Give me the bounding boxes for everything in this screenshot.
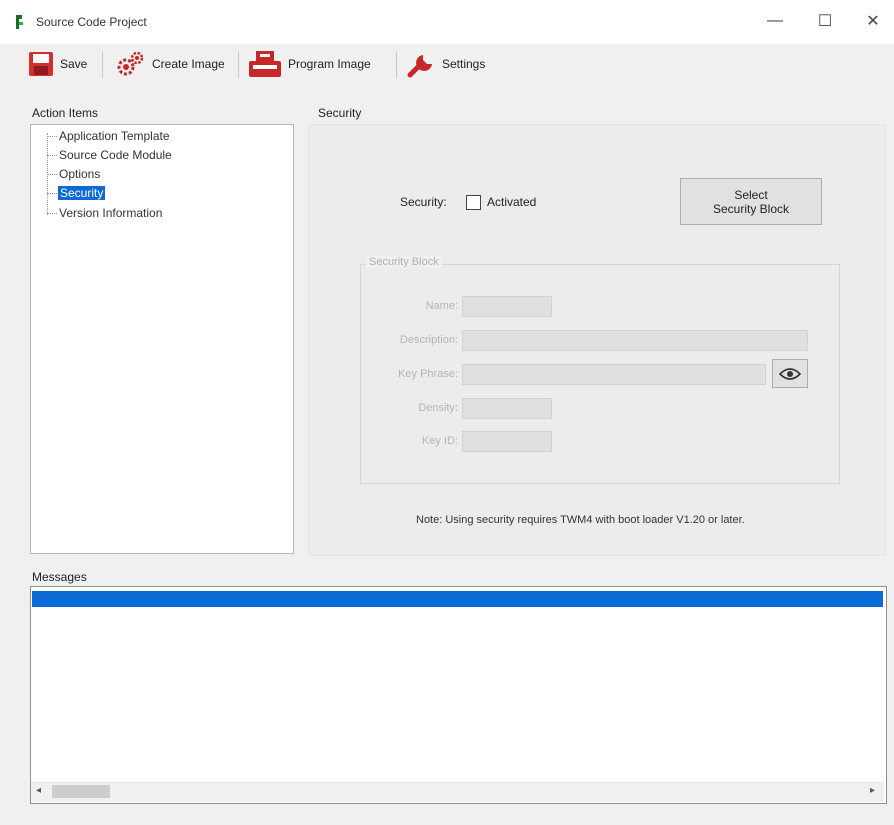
tree-connector bbox=[47, 193, 57, 194]
activated-label[interactable]: Activated bbox=[487, 195, 536, 209]
settings-button[interactable]: Settings bbox=[402, 48, 489, 80]
save-button[interactable]: Save bbox=[24, 48, 91, 80]
save-label: Save bbox=[60, 57, 88, 71]
scroll-thumb[interactable] bbox=[52, 785, 110, 798]
description-label: Description: bbox=[399, 334, 458, 346]
select-security-block-button[interactable]: Select Security Block bbox=[680, 178, 822, 225]
toolbar-separator bbox=[238, 52, 239, 78]
close-icon: ✕ bbox=[866, 13, 880, 30]
show-key-phrase-button[interactable] bbox=[772, 359, 808, 388]
tree-item-application-template[interactable]: Application Template bbox=[59, 129, 170, 143]
tree-connector bbox=[47, 213, 57, 214]
close-button[interactable]: ✕ bbox=[850, 6, 894, 36]
wrench-icon bbox=[407, 55, 432, 78]
action-items-tree[interactable]: Application Template Source Code Module … bbox=[30, 124, 294, 554]
toolbar-separator bbox=[102, 52, 103, 78]
window-title: Source Code Project bbox=[36, 15, 147, 29]
security-block-title: Security Block bbox=[366, 256, 442, 268]
tree-connector bbox=[47, 155, 57, 156]
key-phrase-field[interactable] bbox=[462, 364, 766, 385]
gears-icon bbox=[117, 51, 144, 76]
programmer-icon bbox=[249, 51, 281, 77]
select-block-line1: Select bbox=[734, 187, 768, 202]
list-item[interactable] bbox=[32, 591, 883, 607]
security-panel-label: Security bbox=[318, 106, 362, 120]
program-image-label: Program Image bbox=[288, 57, 371, 71]
scroll-right-icon[interactable]: ▸ bbox=[870, 785, 875, 796]
tree-item-options[interactable]: Options bbox=[59, 167, 100, 181]
maximize-button[interactable]: ☐ bbox=[802, 6, 848, 36]
security-label: Security: bbox=[400, 195, 447, 209]
name-field[interactable] bbox=[462, 296, 552, 317]
description-field[interactable] bbox=[462, 330, 808, 351]
messages-list[interactable] bbox=[30, 586, 887, 804]
tree-item-version-information[interactable]: Version Information bbox=[59, 206, 162, 220]
security-note: Note: Using security requires TWM4 with … bbox=[416, 514, 745, 526]
messages-label: Messages bbox=[32, 570, 87, 584]
key-phrase-label: Key Phrase: bbox=[398, 368, 458, 380]
save-icon bbox=[29, 52, 53, 76]
key-id-field[interactable] bbox=[462, 431, 552, 452]
tree-item-security[interactable]: Security bbox=[58, 186, 106, 200]
create-image-label: Create Image bbox=[152, 57, 225, 71]
tree-connector bbox=[47, 136, 57, 137]
key-id-label: Key ID: bbox=[421, 435, 458, 447]
scroll-left-icon[interactable]: ◂ bbox=[36, 785, 41, 796]
density-label: Density: bbox=[418, 402, 458, 414]
app-icon bbox=[16, 15, 23, 29]
eye-icon bbox=[779, 367, 801, 380]
action-items-label: Action Items bbox=[32, 106, 99, 120]
select-block-line2: Security Block bbox=[712, 201, 790, 216]
horizontal-scrollbar[interactable] bbox=[31, 782, 884, 802]
create-image-button[interactable]: Create Image bbox=[110, 48, 229, 80]
minimize-icon: — bbox=[767, 12, 783, 29]
toolbar-separator bbox=[396, 52, 397, 78]
density-field[interactable] bbox=[462, 398, 552, 419]
tree-item-source-code-module[interactable]: Source Code Module bbox=[59, 148, 172, 162]
name-label: Name: bbox=[425, 300, 458, 312]
minimize-button[interactable]: — bbox=[752, 6, 798, 36]
program-image-button[interactable]: Program Image bbox=[244, 48, 375, 80]
tree-connector bbox=[47, 174, 57, 175]
maximize-icon: ☐ bbox=[817, 13, 833, 30]
activated-checkbox[interactable] bbox=[466, 195, 481, 210]
settings-label: Settings bbox=[442, 57, 486, 71]
